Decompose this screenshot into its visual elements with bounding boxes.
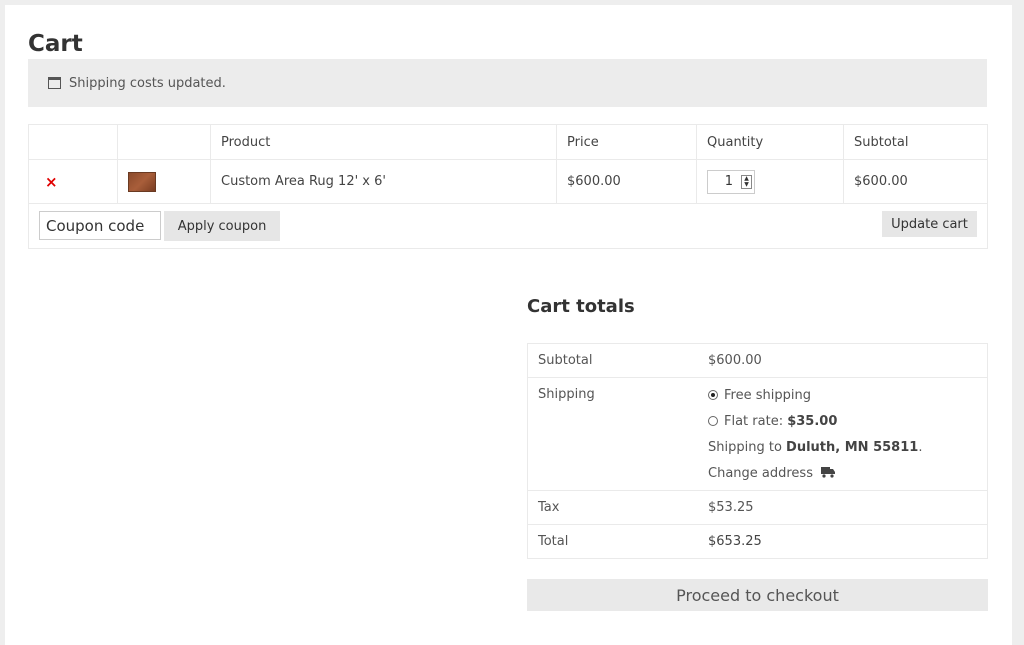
- flat-rate-label[interactable]: Flat rate:: [724, 414, 783, 429]
- header-product: Product: [210, 124, 557, 160]
- product-subtotal: $600.00: [843, 159, 988, 204]
- cart-totals-table: Subtotal $600.00 Shipping Free shipping …: [527, 343, 988, 559]
- total-label: Total: [527, 524, 708, 559]
- product-thumbnail[interactable]: [128, 171, 156, 192]
- subtotal-row: Subtotal $600.00: [527, 343, 988, 378]
- header-price: Price: [556, 124, 697, 160]
- quantity-cell: 1 ▲ ▼: [696, 159, 844, 204]
- tax-value: $53.25: [708, 490, 988, 525]
- tax-row: Tax $53.25: [527, 490, 988, 525]
- shipping-row: Shipping Free shipping Flat rate: $35.00…: [527, 377, 988, 491]
- free-shipping-radio[interactable]: [708, 390, 718, 400]
- proceed-to-checkout-button[interactable]: Proceed to checkout: [527, 579, 988, 611]
- coupon-code-input[interactable]: Coupon code: [39, 211, 161, 240]
- change-address-link[interactable]: Change address: [708, 460, 977, 486]
- free-shipping-label[interactable]: Free shipping: [724, 388, 811, 403]
- calendar-icon: [48, 77, 61, 89]
- shipping-to-prefix: Shipping to: [708, 439, 782, 455]
- header-subtotal: Subtotal: [843, 124, 988, 160]
- cart-totals-title: Cart totals: [527, 296, 635, 317]
- quantity-value: 1: [724, 174, 733, 189]
- change-address-label[interactable]: Change address: [708, 466, 813, 481]
- quantity-stepper[interactable]: 1 ▲ ▼: [707, 169, 755, 194]
- subtotal-label: Subtotal: [527, 343, 708, 378]
- flat-rate-value: $35.00: [787, 413, 838, 429]
- shipping-to-suffix: .: [918, 439, 923, 455]
- header-quantity: Quantity: [696, 124, 844, 160]
- product-price: $600.00: [556, 159, 697, 204]
- truck-icon[interactable]: [820, 466, 835, 481]
- apply-coupon-button[interactable]: Apply coupon: [164, 211, 280, 241]
- spinner-icon[interactable]: ▲ ▼: [741, 174, 752, 189]
- remove-item-icon[interactable]: ×: [39, 173, 58, 191]
- table-row: × Custom Area Rug 12' x 6' $600.00 1 ▲ ▼…: [28, 159, 988, 204]
- shipping-notice: Shipping costs updated.: [28, 59, 987, 107]
- total-value: $653.25: [708, 524, 988, 559]
- cart-table-header-row: Product Price Quantity Subtotal: [28, 124, 988, 160]
- product-name[interactable]: Custom Area Rug 12' x 6': [210, 159, 557, 204]
- spinner-down-icon[interactable]: ▼: [744, 181, 749, 188]
- tax-label: Tax: [527, 490, 708, 525]
- thumbnail-cell: [117, 159, 211, 204]
- flat-rate-radio[interactable]: [708, 416, 718, 426]
- page-title: Cart: [28, 31, 83, 57]
- header-remove: [28, 124, 118, 160]
- notice-text: Shipping costs updated.: [69, 75, 226, 91]
- total-row: Total $653.25: [527, 524, 988, 559]
- free-shipping-option[interactable]: Free shipping: [708, 382, 977, 408]
- flat-rate-option[interactable]: Flat rate: $35.00: [708, 408, 977, 434]
- update-cart-button[interactable]: Update cart: [882, 211, 977, 237]
- remove-cell: ×: [28, 159, 118, 204]
- shipping-label: Shipping: [527, 377, 708, 491]
- shipping-destination: Shipping to Duluth, MN 55811.: [708, 434, 977, 460]
- header-thumbnail: [117, 124, 211, 160]
- shipping-options: Free shipping Flat rate: $35.00 Shipping…: [708, 377, 988, 491]
- subtotal-value: $600.00: [708, 343, 988, 378]
- shipping-to-location: Duluth, MN 55811: [786, 439, 919, 455]
